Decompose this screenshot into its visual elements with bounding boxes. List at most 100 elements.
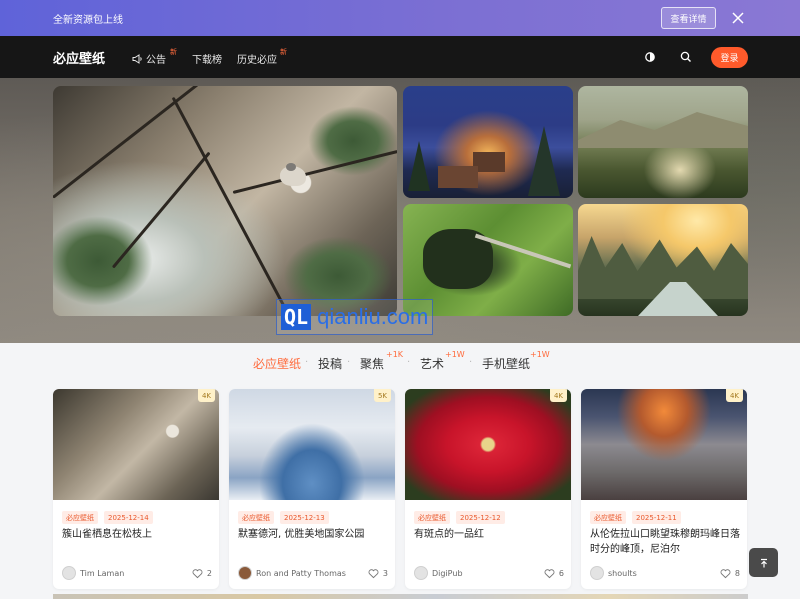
megaphone-icon	[132, 54, 142, 64]
branch	[53, 86, 212, 199]
mountains	[578, 112, 748, 148]
pine-tree	[408, 141, 430, 191]
announcement-text: 全新资源包上线	[53, 15, 123, 26]
watermark-text: qianliu.com	[317, 304, 429, 329]
wallpaper-card[interactable]: 4K 必应壁纸 2025-12-12 有斑点的一品红 DigiPub 6	[405, 389, 571, 589]
category-tag[interactable]: 必应壁纸	[62, 511, 98, 524]
tab-label: 手机壁纸	[482, 357, 531, 371]
tab-label: 艺术	[420, 357, 445, 371]
wallpaper-card[interactable]: 5K 必应壁纸 2025-12-13 默塞德河, 优胜美地国家公园 Ron an…	[229, 389, 395, 589]
card-title[interactable]: 从伦佐拉山口眺望珠穆朗玛峰日落时分的峰顶，尼泊尔	[590, 527, 740, 557]
card-title[interactable]: 有斑点的一品红	[414, 527, 564, 542]
karst-peaks	[578, 236, 748, 299]
site-logo[interactable]: 必应壁纸	[53, 48, 105, 67]
nav-item-label: 历史必应	[237, 55, 277, 66]
view-details-button[interactable]: 查看详情	[661, 7, 716, 29]
category-tabs: 必应壁纸 · 投稿 · 聚焦 +1K · 艺术 +1W · 手机壁纸 +1W	[0, 350, 800, 377]
login-button[interactable]: 登录	[711, 47, 748, 68]
nav-item-label: 下载榜	[192, 55, 222, 66]
like-count: 6	[558, 568, 564, 578]
announcement-bar: 全新资源包上线 查看详情	[0, 0, 800, 36]
date-tag: 2025-12-14	[104, 511, 153, 524]
wallpaper-card[interactable]: 4K 必应壁纸 2025-12-11 从伦佐拉山口眺望珠穆朗玛峰日落时分的峰顶，…	[581, 389, 747, 589]
card-thumbnail[interactable]	[581, 389, 747, 500]
branch	[171, 96, 287, 311]
card-meta: 必应壁纸 2025-12-13	[238, 511, 329, 524]
like-count: 3	[382, 568, 388, 578]
chalet	[438, 166, 478, 188]
tab-mobile-wallpapers[interactable]: 手机壁纸 +1W	[482, 350, 550, 372]
tab-art[interactable]: 艺术 +1W	[420, 350, 465, 372]
close-icon[interactable]	[731, 11, 745, 25]
arrow-up-icon	[760, 558, 767, 567]
watermark-logo: QL qianliu.com	[276, 299, 434, 335]
card-thumbnail[interactable]	[405, 389, 571, 500]
pine-tree	[528, 126, 560, 196]
card-thumbnail[interactable]	[229, 389, 395, 500]
date-tag: 2025-12-13	[280, 511, 329, 524]
author-name[interactable]: DigiPub	[432, 569, 544, 578]
heart-icon[interactable]	[368, 568, 379, 579]
new-badge: 新	[280, 48, 287, 56]
hero-wallpaper-village-night[interactable]	[403, 86, 573, 198]
tab-label: 投稿	[318, 357, 343, 371]
new-badge: 新	[170, 48, 177, 56]
hero-wallpaper-mountain-valley[interactable]	[578, 86, 748, 198]
card-footer: Tim Laman 2	[62, 565, 212, 581]
heart-icon[interactable]	[720, 568, 731, 579]
hero-wallpaper-karst-river[interactable]	[578, 204, 748, 316]
theme-toggle-icon[interactable]	[643, 50, 657, 64]
author-name[interactable]: Ron and Patty Thomas	[256, 569, 368, 578]
category-tag[interactable]: 必应壁纸	[238, 511, 274, 524]
branch	[111, 151, 211, 269]
nav-item-download-ranking[interactable]: 下载榜	[192, 51, 222, 66]
nav-item-history[interactable]: 历史必应 新	[237, 48, 287, 66]
card-footer: Ron and Patty Thomas 3	[238, 565, 388, 581]
tab-separator: ·	[469, 357, 473, 368]
next-row-thumbnails	[53, 594, 748, 599]
card-meta: 必应壁纸 2025-12-11	[590, 511, 681, 524]
avatar	[414, 566, 428, 580]
tab-separator: ·	[305, 357, 309, 368]
author-name[interactable]: shoults	[608, 569, 720, 578]
count-badge: +1W	[445, 350, 465, 359]
nav-item-label: 公告	[146, 55, 166, 66]
card-meta: 必应壁纸 2025-12-12	[414, 511, 505, 524]
heart-icon[interactable]	[544, 568, 555, 579]
author-name[interactable]: Tim Laman	[80, 569, 192, 578]
scroll-to-top-button[interactable]	[749, 548, 778, 577]
pine-needles	[53, 216, 153, 306]
avatar	[238, 566, 252, 580]
pine-needles	[308, 106, 397, 176]
card-footer: DigiPub 6	[414, 565, 564, 581]
resolution-badge: 4K	[197, 389, 215, 402]
card-footer: shoults 8	[590, 565, 740, 581]
category-tag[interactable]: 必应壁纸	[414, 511, 450, 524]
card-thumbnail[interactable]	[53, 389, 219, 500]
tab-separator: ·	[407, 357, 411, 368]
bird-head	[286, 163, 296, 171]
count-badge: +1W	[530, 350, 550, 359]
like-count: 2	[206, 568, 212, 578]
tab-spotlight[interactable]: 聚焦 +1K	[360, 350, 403, 372]
card-title[interactable]: 簇山雀栖息在松枝上	[62, 527, 212, 542]
count-badge: +1K	[386, 350, 404, 359]
tab-separator: ·	[347, 357, 351, 368]
tab-label: 聚焦	[360, 357, 385, 371]
category-tag[interactable]: 必应壁纸	[590, 511, 626, 524]
hero-main-wallpaper[interactable]	[53, 86, 397, 316]
nav-item-announcements[interactable]: 公告 新	[132, 48, 177, 66]
tab-bing-wallpapers[interactable]: 必应壁纸	[253, 355, 301, 372]
date-tag: 2025-12-11	[632, 511, 681, 524]
avatar	[62, 566, 76, 580]
wallpaper-card[interactable]: 4K 必应壁纸 2025-12-14 簇山雀栖息在松枝上 Tim Laman 2	[53, 389, 219, 589]
card-title[interactable]: 默塞德河, 优胜美地国家公园	[238, 527, 388, 542]
card-meta: 必应壁纸 2025-12-14	[62, 511, 153, 524]
heart-icon[interactable]	[192, 568, 203, 579]
search-icon[interactable]	[679, 50, 693, 64]
tab-submissions[interactable]: 投稿	[318, 355, 342, 372]
date-tag: 2025-12-12	[456, 511, 505, 524]
top-nav: 必应壁纸 公告 新 下载榜 历史必应 新 登录	[0, 36, 800, 78]
resolution-badge: 5K	[373, 389, 391, 402]
resolution-badge: 4K	[725, 389, 743, 402]
